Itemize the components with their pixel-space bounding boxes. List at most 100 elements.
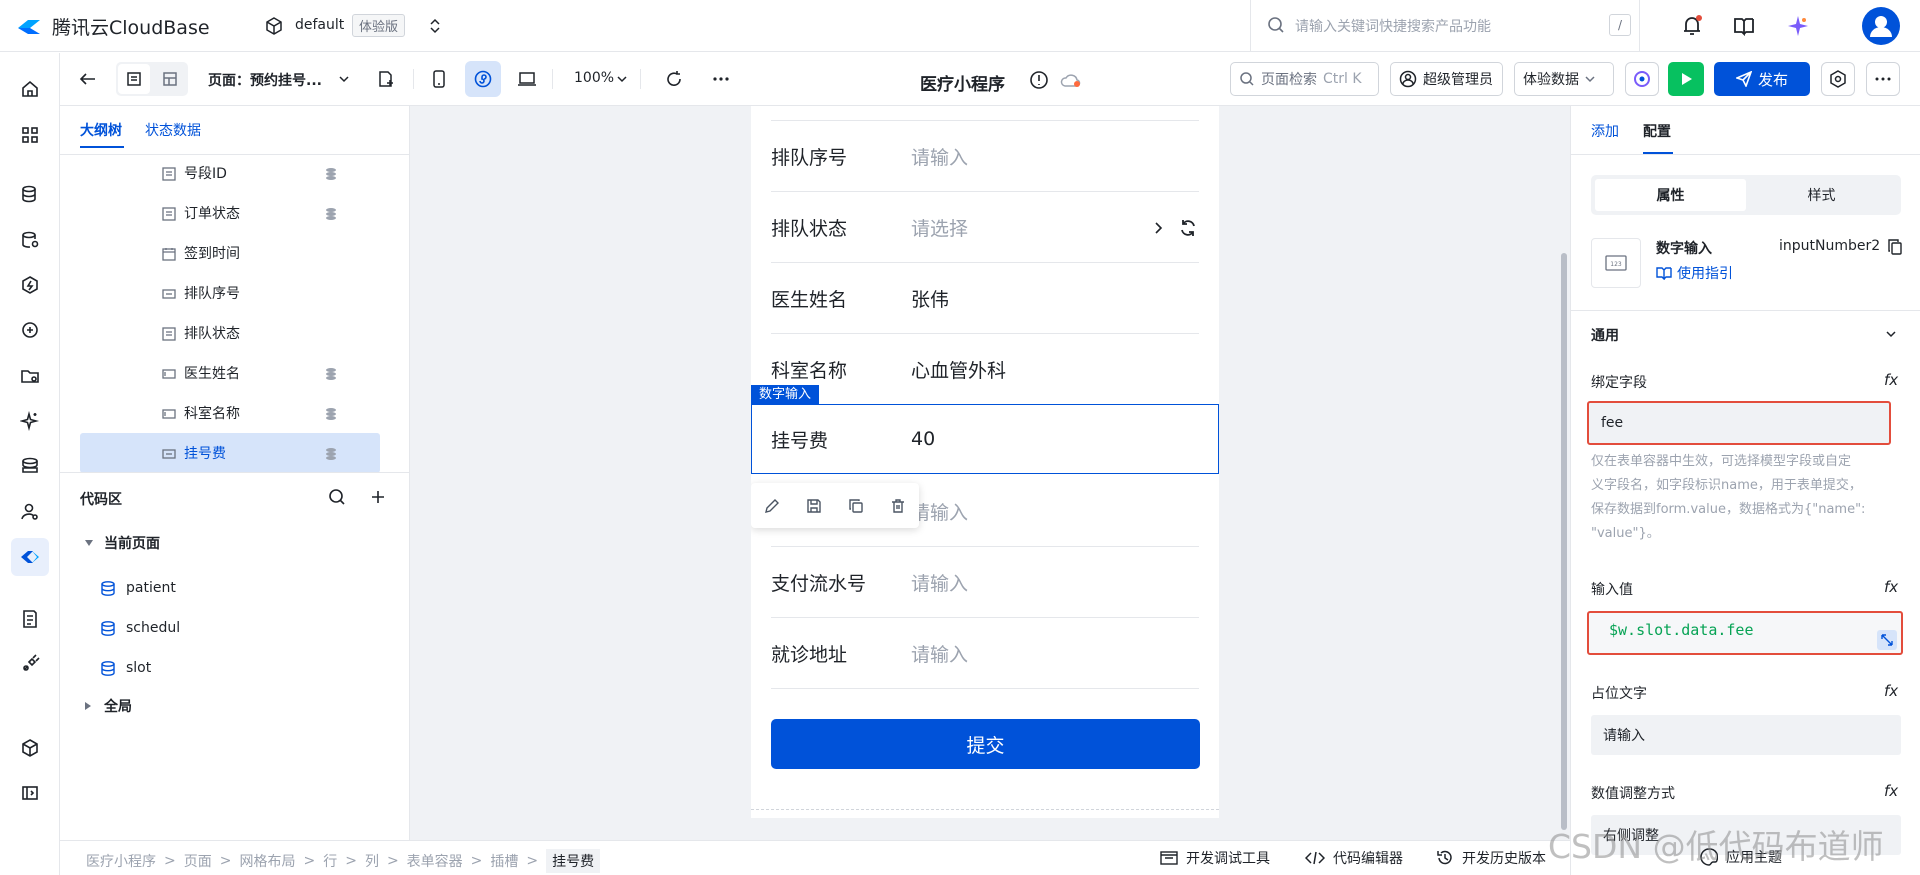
save-icon[interactable] <box>806 498 822 514</box>
caret-right-icon[interactable] <box>84 701 92 711</box>
code-editor-button[interactable]: 代码编辑器 <box>1305 848 1403 868</box>
collapse-icon[interactable] <box>11 774 49 812</box>
database-search-icon[interactable] <box>11 221 49 259</box>
tree-item-selected[interactable]: 挂号费 <box>80 433 380 473</box>
bind-field-input[interactable]: fee <box>1587 401 1891 445</box>
home-icon[interactable] <box>11 70 49 108</box>
breadcrumb-item[interactable]: 医疗小程序 <box>86 851 156 871</box>
tree-item[interactable]: 医生姓名 <box>80 353 380 393</box>
zoom-level[interactable]: 100% <box>574 70 614 86</box>
breadcrumb-item[interactable]: 行 <box>323 851 337 871</box>
tab-config[interactable]: 配置 <box>1643 121 1671 141</box>
current-page-node[interactable]: 当前页面 <box>104 533 160 553</box>
breadcrumb-item[interactable]: 插槽 <box>490 851 518 871</box>
breadcrumb-item[interactable]: 列 <box>365 851 379 871</box>
page-search-button[interactable]: 页面检索 Ctrl K <box>1230 62 1379 96</box>
tab-outline[interactable]: 大纲树 <box>80 120 122 140</box>
page-selector[interactable]: 页面：预约挂号... <box>208 70 322 90</box>
package-icon[interactable] <box>11 729 49 767</box>
caret-down-icon[interactable] <box>84 539 94 547</box>
expand-editor-icon[interactable] <box>1877 630 1897 650</box>
input-value-editor[interactable]: $w.slot.data.fee <box>1587 611 1903 655</box>
fx-icon[interactable]: fx <box>1884 682 1898 700</box>
form-row-address[interactable]: 就诊地址 请输入 <box>771 618 1199 689</box>
settings-icon[interactable] <box>1821 62 1855 96</box>
breadcrumb-item[interactable]: 表单容器 <box>407 851 463 871</box>
placeholder-input[interactable]: 请输入 <box>1591 715 1901 755</box>
canvas-scrollbar[interactable] <box>1561 253 1567 830</box>
env-name[interactable]: default <box>295 17 344 33</box>
form-row-queue-number[interactable]: 排队序号 请输入 <box>771 121 1199 192</box>
tree-item[interactable]: 签到时间 <box>80 233 380 273</box>
page-view-icon[interactable] <box>118 64 150 94</box>
add-code-icon[interactable] <box>370 489 386 505</box>
refresh-icon[interactable] <box>657 61 691 97</box>
global-search[interactable]: 请输入关键词快捷搜索产品功能 / <box>1250 0 1640 52</box>
apps-icon[interactable] <box>11 116 49 154</box>
tree-item[interactable]: 订单状态 <box>80 193 380 233</box>
code-item[interactable]: patient <box>100 574 380 608</box>
code-item[interactable]: schedul <box>100 614 380 648</box>
submit-button[interactable]: 提交 <box>771 719 1200 769</box>
tab-add[interactable]: 添加 <box>1591 121 1619 141</box>
ai-assistant-icon[interactable] <box>1786 14 1810 38</box>
logo-text[interactable]: 腾讯云CloudBase <box>52 13 210 40</box>
dev-tools-button[interactable]: 开发调试工具 <box>1160 848 1270 868</box>
chevron-down-icon[interactable] <box>1885 329 1897 339</box>
user-avatar[interactable] <box>1862 7 1900 45</box>
logs-icon[interactable] <box>11 600 49 638</box>
segment-attributes[interactable]: 属性 <box>1595 179 1746 211</box>
add-page-icon[interactable] <box>370 61 402 97</box>
code-item[interactable]: slot <box>100 654 380 688</box>
workflow-icon[interactable] <box>11 311 49 349</box>
guide-link[interactable]: 使用指引 <box>1656 263 1733 283</box>
breadcrumb-current[interactable]: 挂号费 <box>546 849 601 873</box>
more-icon[interactable] <box>704 61 738 97</box>
lowcode-icon[interactable] <box>11 538 49 576</box>
fx-icon[interactable]: fx <box>1884 782 1898 800</box>
publish-button[interactable]: 发布 <box>1714 62 1810 96</box>
run-button[interactable] <box>1668 62 1704 96</box>
desktop-view-icon[interactable] <box>510 61 544 97</box>
copy-id-icon[interactable] <box>1888 239 1902 255</box>
form-row-fee[interactable]: 挂号费 40 <box>771 404 1199 474</box>
chevron-down-icon[interactable] <box>338 74 350 84</box>
env-switch-icon[interactable] <box>428 17 442 35</box>
preview-icon[interactable] <box>1625 62 1659 96</box>
tree-item[interactable]: 号段ID <box>80 153 380 193</box>
ai-sparkle-icon[interactable] <box>11 402 49 440</box>
storage-icon[interactable] <box>11 357 49 395</box>
mobile-view-icon[interactable] <box>422 61 456 97</box>
tree-item[interactable]: 排队序号 <box>80 273 380 313</box>
global-search-input[interactable]: 请输入关键词快捷搜索产品功能 <box>1295 16 1491 36</box>
tree-item[interactable]: 排队状态 <box>80 313 380 353</box>
miniprogram-view-icon[interactable] <box>465 61 501 97</box>
user-manage-icon[interactable] <box>11 493 49 531</box>
back-icon[interactable] <box>72 61 104 97</box>
form-row-payment-id[interactable]: 支付流水号 请输入 <box>771 547 1199 618</box>
edit-icon[interactable] <box>764 498 780 514</box>
breadcrumb-item[interactable]: 网格布局 <box>239 851 295 871</box>
refresh-icon[interactable] <box>1178 218 1198 238</box>
database-icon[interactable] <box>11 175 49 213</box>
history-button[interactable]: 开发历史版本 <box>1436 848 1546 868</box>
segment-style[interactable]: 样式 <box>1746 179 1897 211</box>
book-icon[interactable] <box>1733 15 1755 37</box>
server-icon[interactable] <box>11 447 49 485</box>
form-row-department[interactable]: 科室名称 心血管外科 <box>771 334 1199 405</box>
form-row-queue-status[interactable]: 排队状态 请选择 <box>771 192 1199 263</box>
info-icon[interactable] <box>1029 70 1049 90</box>
fx-icon[interactable]: fx <box>1884 371 1898 389</box>
cloudbase-logo-icon[interactable] <box>16 14 42 38</box>
data-mode-select[interactable]: 体验数据 <box>1514 62 1614 96</box>
tree-item[interactable]: 科室名称 <box>80 393 380 433</box>
global-node[interactable]: 全局 <box>104 696 132 716</box>
delete-icon[interactable] <box>890 498 906 514</box>
tab-state-data[interactable]: 状态数据 <box>145 120 201 140</box>
plugin-icon[interactable] <box>11 645 49 683</box>
breadcrumb-item[interactable]: 页面 <box>184 851 212 871</box>
copy-icon[interactable] <box>848 498 864 514</box>
more-menu-icon[interactable] <box>1866 62 1900 96</box>
bell-icon[interactable] <box>1680 14 1704 38</box>
function-icon[interactable] <box>11 266 49 304</box>
